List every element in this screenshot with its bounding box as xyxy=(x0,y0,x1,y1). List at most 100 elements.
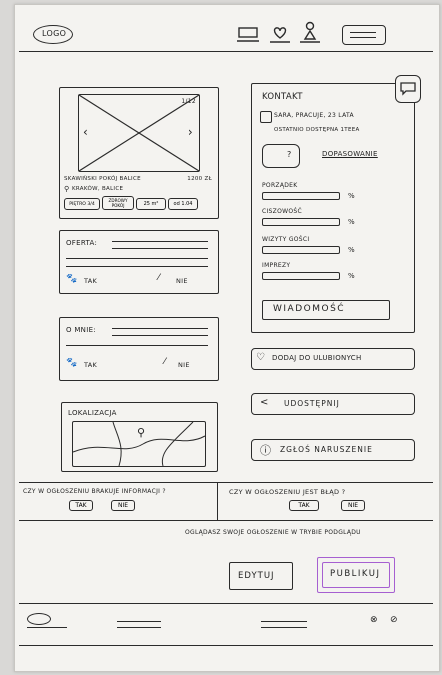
preview-notice: OGLĄDASZ SWOJE OGŁOSZENIE W TRYBIE PODGL… xyxy=(185,529,361,536)
smoking-icon: ⁄ xyxy=(164,357,166,367)
listing-card: 1/12 ‹ › SKAWIŃSKI POKÓJ BALICE 1200 ZŁ … xyxy=(59,87,219,219)
listing-address: SKAWIŃSKI POKÓJ BALICE xyxy=(64,176,141,182)
trait-bar xyxy=(262,272,340,280)
report-button[interactable]: ⓘ ZGŁOŚ NARUSZENIE xyxy=(251,439,415,461)
footer-link[interactable] xyxy=(261,627,307,628)
trait-percent: % xyxy=(348,218,355,226)
about-text-line xyxy=(66,345,208,346)
survey-bottom-divider xyxy=(19,520,433,521)
logo[interactable]: LOGO xyxy=(33,25,73,44)
edit-button-label: EDYTUJ xyxy=(238,571,275,581)
trait-label: WIZYTY GOŚCI xyxy=(262,236,310,243)
trait-label: PORZĄDEK xyxy=(262,182,298,189)
offer-label: OFERTA: xyxy=(66,239,98,247)
menu-line xyxy=(350,32,376,33)
survey-q2-no[interactable]: NIE xyxy=(341,500,365,511)
about-card: O MNIE: 🐾 TAK ⁄ NIE xyxy=(59,317,219,381)
favorite-button[interactable]: ♡ DODAJ DO ULUBIONYCH xyxy=(251,348,415,370)
trait-bar xyxy=(262,218,340,226)
trait-label: IMPREZY xyxy=(262,262,291,269)
publish-button[interactable]: PUBLIKUJ xyxy=(317,557,395,593)
menu-line xyxy=(350,37,376,38)
survey-q1-no[interactable]: NIE xyxy=(111,500,135,511)
offer-text-line xyxy=(112,241,208,242)
location-map[interactable]: ⚲ xyxy=(72,421,206,467)
favorite-label: DODAJ DO ULUBIONYCH xyxy=(272,354,362,362)
matching-label: DOPASOWANIE xyxy=(322,150,378,158)
about-label: O MNIE: xyxy=(66,326,96,334)
message-button[interactable]: WIADOMOŚĆ xyxy=(262,300,390,320)
photo-counter: 1/12 xyxy=(181,98,196,105)
heart-icon[interactable] xyxy=(268,25,292,45)
trait-percent: % xyxy=(348,192,355,200)
heart-icon: ♡ xyxy=(256,352,266,363)
pets-icon: 🐾 xyxy=(66,358,78,368)
survey-q1-yes[interactable]: TAK xyxy=(69,500,93,511)
social-icon[interactable]: ⊗ xyxy=(370,615,378,625)
offer-pets-yes: TAK xyxy=(84,277,98,285)
chat-bubble-button[interactable] xyxy=(395,75,421,103)
contact-title: KONTAKT xyxy=(262,92,303,102)
footer-link[interactable] xyxy=(261,621,307,622)
share-label: UDOSTĘPNIJ xyxy=(284,399,340,408)
publish-button-label: PUBLIKUJ xyxy=(330,569,381,579)
trait-label: CISZOWOŚĆ xyxy=(262,208,302,215)
footer-logo[interactable] xyxy=(27,613,51,625)
tag-area: 25 m² xyxy=(136,198,166,210)
tag-floor: PIĘTRO 3/4 xyxy=(64,198,100,210)
survey-q1: CZY W OGŁOSZENIU BRAKUJE INFORMACJI ? xyxy=(23,488,166,495)
sketch-paper: LOGO 1/12 ‹ › SKAWIŃSKI POKÓJ BALICE 120… xyxy=(14,4,440,672)
trait-bar xyxy=(262,192,340,200)
footer-link[interactable] xyxy=(117,627,161,628)
about-text-line xyxy=(112,335,208,336)
social-icon[interactable]: ⊘ xyxy=(390,615,398,625)
pets-icon: 🐾 xyxy=(66,274,78,284)
about-smoking-no: NIE xyxy=(178,361,190,369)
trait-bar xyxy=(262,246,340,254)
photo-carousel[interactable]: 1/12 ‹ › xyxy=(78,94,200,172)
footer-line xyxy=(27,627,67,628)
trait-percent: % xyxy=(348,246,355,254)
survey-q2-yes[interactable]: TAK xyxy=(289,500,319,511)
photo-placeholder-icon xyxy=(78,94,200,172)
footer-bottom-line xyxy=(19,645,433,646)
offer-card: OFERTA: 🐾 TAK ⁄ NIE xyxy=(59,230,219,294)
question-icon: ? xyxy=(287,150,292,159)
tag-available-from: od 1.04 xyxy=(168,198,198,210)
trait-percent: % xyxy=(348,272,355,280)
about-text-line xyxy=(112,328,208,329)
share-button[interactable]: < UDOSTĘPNIJ xyxy=(251,393,415,415)
offer-text-line xyxy=(66,258,208,259)
contact-card: KONTAKT SARA, PRACUJE, 23 LATA OSTATNIO … xyxy=(251,83,415,333)
offer-text-line xyxy=(112,248,208,249)
header-divider xyxy=(19,51,433,52)
smoking-icon: ⁄ xyxy=(158,273,160,283)
about-pets-yes: TAK xyxy=(84,361,98,369)
user-icon[interactable] xyxy=(298,21,322,45)
contact-person: SARA, PRACUJE, 23 LATA xyxy=(274,112,354,119)
share-icon: < xyxy=(260,397,269,408)
location-pin-icon: ⚲ xyxy=(64,185,70,193)
tag-room-type: ZDROWY POKÓJ xyxy=(102,196,134,210)
listing-city: KRAKÓW, BALICE xyxy=(72,186,124,192)
next-photo-icon[interactable]: › xyxy=(188,125,193,139)
avatar xyxy=(260,111,272,123)
location-card: LOKALIZACJA ⚲ xyxy=(61,402,218,472)
survey-top-divider xyxy=(19,482,433,483)
preview-bottom-divider xyxy=(19,603,433,604)
map-pin-icon: ⚲ xyxy=(137,426,146,439)
footer-link[interactable] xyxy=(117,621,161,622)
survey-divider xyxy=(217,482,218,520)
matching-icon: ? xyxy=(262,144,300,168)
message-button-label: WIADOMOŚĆ xyxy=(273,304,346,314)
message-icon[interactable] xyxy=(237,25,261,45)
contact-last-seen: OSTATNIO DOSTĘPNA 1TEEA xyxy=(274,127,360,133)
chat-icon xyxy=(400,82,416,96)
prev-photo-icon[interactable]: ‹ xyxy=(83,125,88,139)
location-label: LOKALIZACJA xyxy=(68,409,117,417)
offer-text-line xyxy=(66,266,208,267)
edit-button[interactable]: EDYTUJ xyxy=(229,562,293,590)
logo-text: LOGO xyxy=(42,29,67,38)
offer-smoking-no: NIE xyxy=(176,277,188,285)
menu-button[interactable] xyxy=(342,25,386,45)
